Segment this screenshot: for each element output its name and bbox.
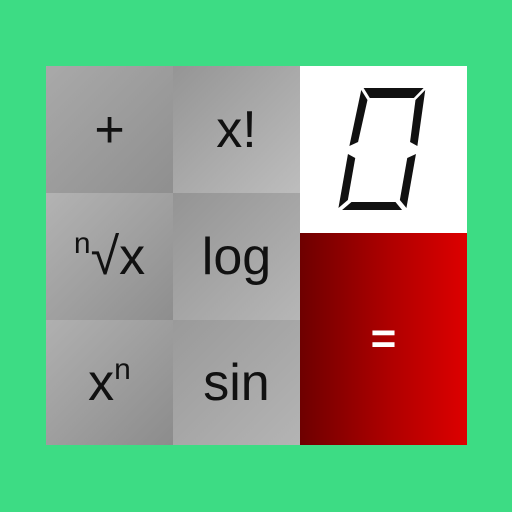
log-key-label: log bbox=[201, 227, 272, 286]
seven-segment-digit: 0 bbox=[329, 80, 425, 210]
root-index: n bbox=[73, 226, 91, 260]
segment-top-right bbox=[409, 89, 425, 146]
segment-bottom-right bbox=[399, 153, 416, 208]
equals-key-label: = bbox=[370, 314, 397, 363]
power-base: x bbox=[88, 353, 115, 412]
power-key-label: xn bbox=[88, 353, 131, 412]
segment-bottom-left bbox=[337, 153, 355, 208]
power-key[interactable]: xn bbox=[46, 320, 173, 445]
calculator-icon: + x! n√x log xn sin 0 = bbox=[46, 66, 467, 445]
segment-top-left bbox=[348, 89, 367, 146]
factorial-key[interactable]: x! bbox=[173, 66, 300, 193]
equals-key[interactable]: = bbox=[300, 233, 467, 445]
factorial-key-label: x! bbox=[216, 100, 257, 159]
root-radical: √x bbox=[90, 227, 146, 286]
segment-bottom bbox=[341, 201, 402, 210]
sin-key-label: sin bbox=[203, 353, 270, 412]
plus-key-label: + bbox=[94, 100, 125, 159]
display-value: 0 bbox=[329, 80, 330, 81]
sin-key[interactable]: sin bbox=[173, 320, 300, 445]
power-exponent: n bbox=[114, 352, 131, 386]
plus-key[interactable]: + bbox=[46, 66, 173, 193]
segment-top bbox=[363, 87, 424, 98]
display-panel: 0 bbox=[300, 66, 467, 233]
nth-root-key[interactable]: n√x bbox=[46, 193, 173, 320]
nth-root-label: n√x bbox=[74, 227, 146, 286]
log-key[interactable]: log bbox=[173, 193, 300, 320]
